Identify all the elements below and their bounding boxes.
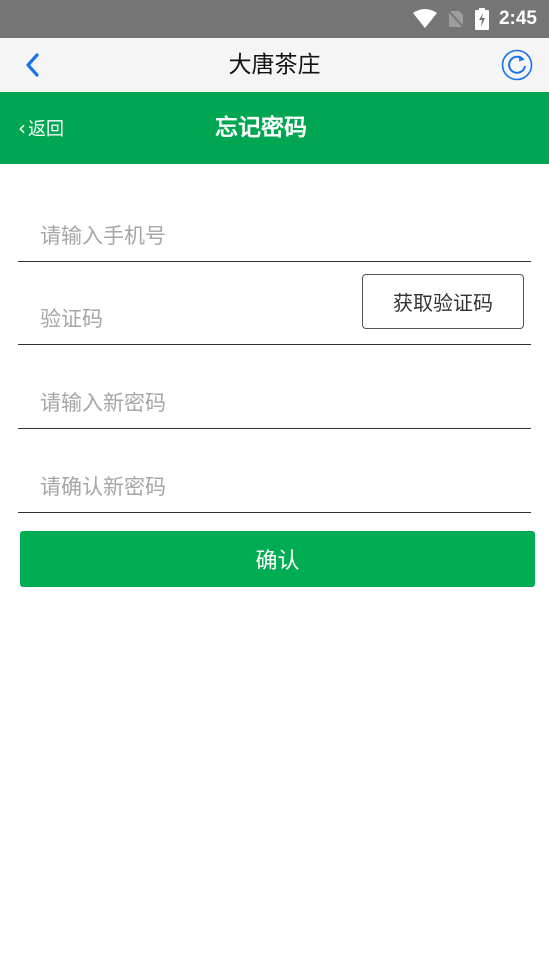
page-header: ‹ 返回 忘记密码 bbox=[0, 92, 549, 164]
app-title: 大唐茶庄 bbox=[228, 52, 321, 78]
get-code-button[interactable]: 获取验证码 bbox=[362, 274, 524, 329]
confirm-password-field bbox=[18, 465, 531, 513]
status-icons: 2:45 bbox=[412, 0, 537, 38]
phone-input[interactable] bbox=[40, 219, 360, 253]
new-password-input[interactable] bbox=[40, 386, 360, 420]
back-button[interactable]: ‹ 返回 bbox=[18, 92, 64, 164]
chevron-left-icon[interactable] bbox=[18, 50, 48, 80]
status-bar: 2:45 bbox=[0, 0, 549, 38]
status-time: 2:45 bbox=[498, 8, 537, 29]
page-title: 忘记密码 bbox=[215, 115, 307, 141]
back-label: 返回 bbox=[28, 119, 64, 140]
no-sim-icon bbox=[447, 9, 465, 29]
phone-field bbox=[18, 214, 531, 262]
battery-charging-icon bbox=[474, 8, 489, 30]
new-password-field bbox=[18, 381, 531, 429]
wifi-icon bbox=[412, 9, 437, 28]
refresh-icon[interactable] bbox=[501, 49, 533, 81]
confirm-button[interactable]: 确认 bbox=[20, 531, 535, 587]
app-bar: 大唐茶庄 bbox=[0, 38, 549, 92]
confirm-password-input[interactable] bbox=[40, 470, 360, 504]
code-input[interactable] bbox=[40, 302, 360, 336]
chevron-left-icon: ‹ bbox=[18, 116, 26, 140]
